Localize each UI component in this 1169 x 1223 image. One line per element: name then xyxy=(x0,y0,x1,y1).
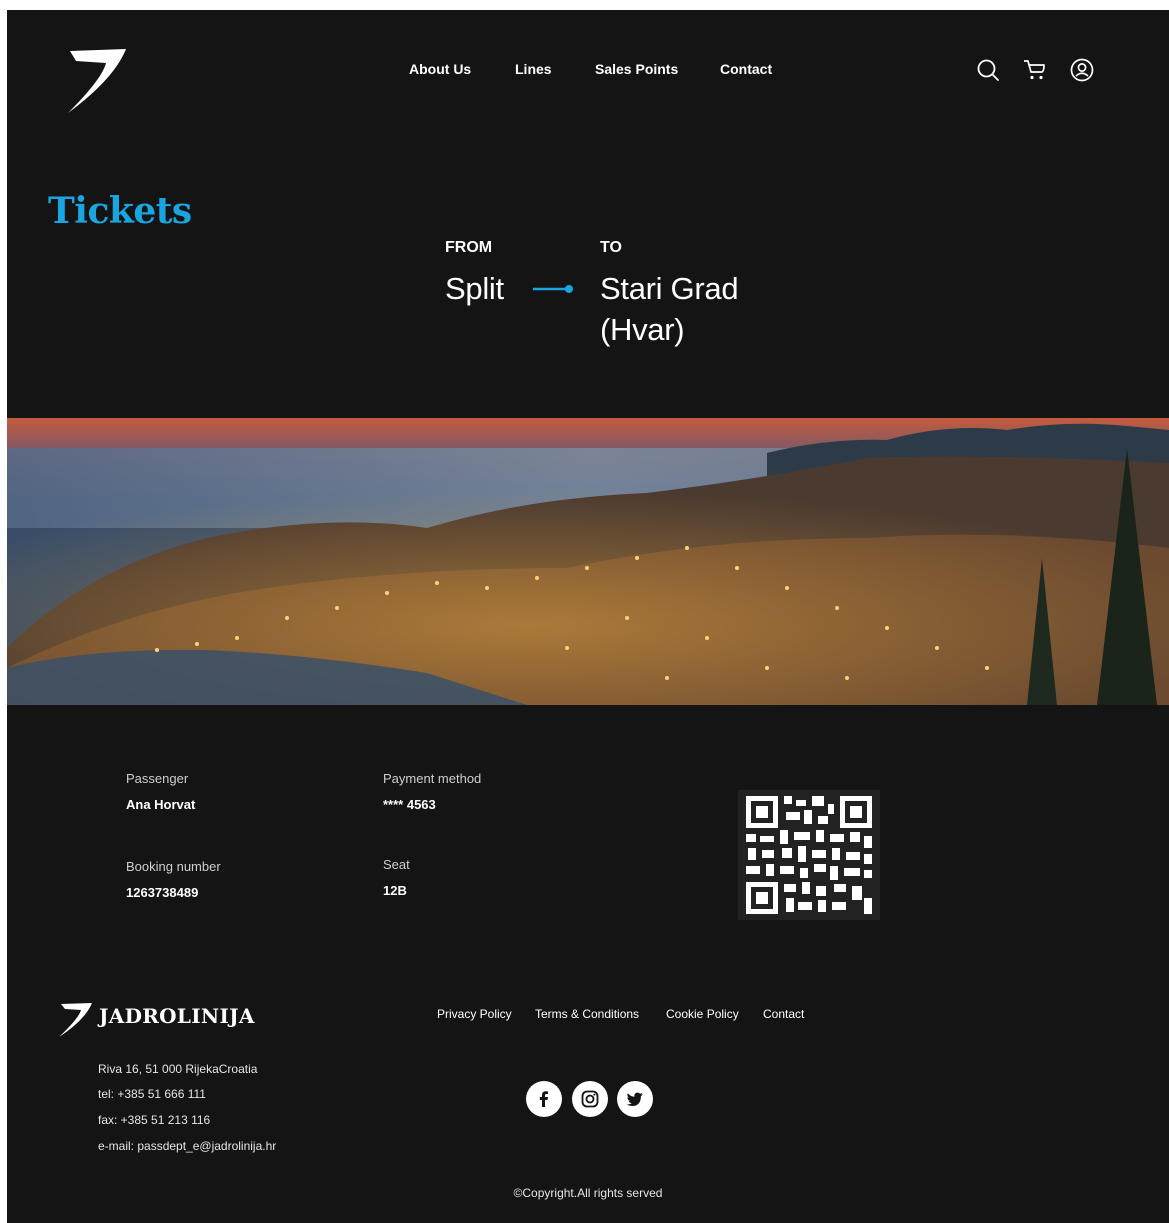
to-city-line2: (Hvar) xyxy=(600,312,685,347)
seat-value: 12B xyxy=(383,883,407,898)
instagram-icon[interactable] xyxy=(572,1081,608,1117)
route-arrow-icon xyxy=(533,285,573,293)
booking-number-label: Booking number xyxy=(126,859,221,874)
booking-number-value: 1263738489 xyxy=(126,885,199,900)
footer-address: Riva 16, 51 000 RijekaCroatia xyxy=(98,1062,258,1076)
from-city: Split xyxy=(445,271,504,306)
cart-icon[interactable] xyxy=(1023,58,1047,82)
passenger-value: Ana Horvat xyxy=(126,797,196,812)
to-city-line1: Stari Grad xyxy=(600,271,739,306)
facebook-icon[interactable] xyxy=(526,1081,562,1117)
footer-link-privacy-policy[interactable]: Privacy Policy xyxy=(437,1007,512,1021)
nav-about-us[interactable]: About Us xyxy=(409,61,471,77)
footer-tel: tel: +385 51 666 111 xyxy=(98,1087,206,1101)
ticket-qr-code xyxy=(738,790,880,920)
page-frame: About Us Lines Sales Points Contact Tick… xyxy=(7,10,1169,1223)
footer-link-terms[interactable]: Terms & Conditions xyxy=(535,1007,639,1021)
dubrovnik-coastline-night-photo xyxy=(7,418,1169,705)
footer-fax: fax: +385 51 213 116 xyxy=(98,1113,211,1127)
passenger-label: Passenger xyxy=(126,771,189,786)
user-account-icon[interactable] xyxy=(1070,58,1094,82)
payment-method-value: **** 4563 xyxy=(383,797,436,812)
to-label: TO xyxy=(600,239,622,256)
search-icon[interactable] xyxy=(976,58,1000,82)
seat-label: Seat xyxy=(383,857,410,872)
twitter-icon[interactable] xyxy=(617,1081,653,1117)
nav-lines[interactable]: Lines xyxy=(515,61,552,77)
page-title: Tickets xyxy=(48,190,192,232)
footer-link-cookie-policy[interactable]: Cookie Policy xyxy=(666,1007,739,1021)
nav-sales-points[interactable]: Sales Points xyxy=(595,61,678,77)
jadrolinija-footer-logo-icon[interactable] xyxy=(57,1000,93,1038)
footer-link-contact[interactable]: Contact xyxy=(763,1007,804,1021)
nav-contact[interactable]: Contact xyxy=(720,61,772,77)
footer-email: e-mail: passdept_e@jadrolinija.hr xyxy=(98,1139,277,1153)
footer-brand: JADROLINIJA xyxy=(99,1004,255,1028)
from-label: FROM xyxy=(445,239,493,256)
copyright: ©Copyright.All rights served xyxy=(513,1186,663,1200)
payment-method-label: Payment method xyxy=(383,771,482,786)
